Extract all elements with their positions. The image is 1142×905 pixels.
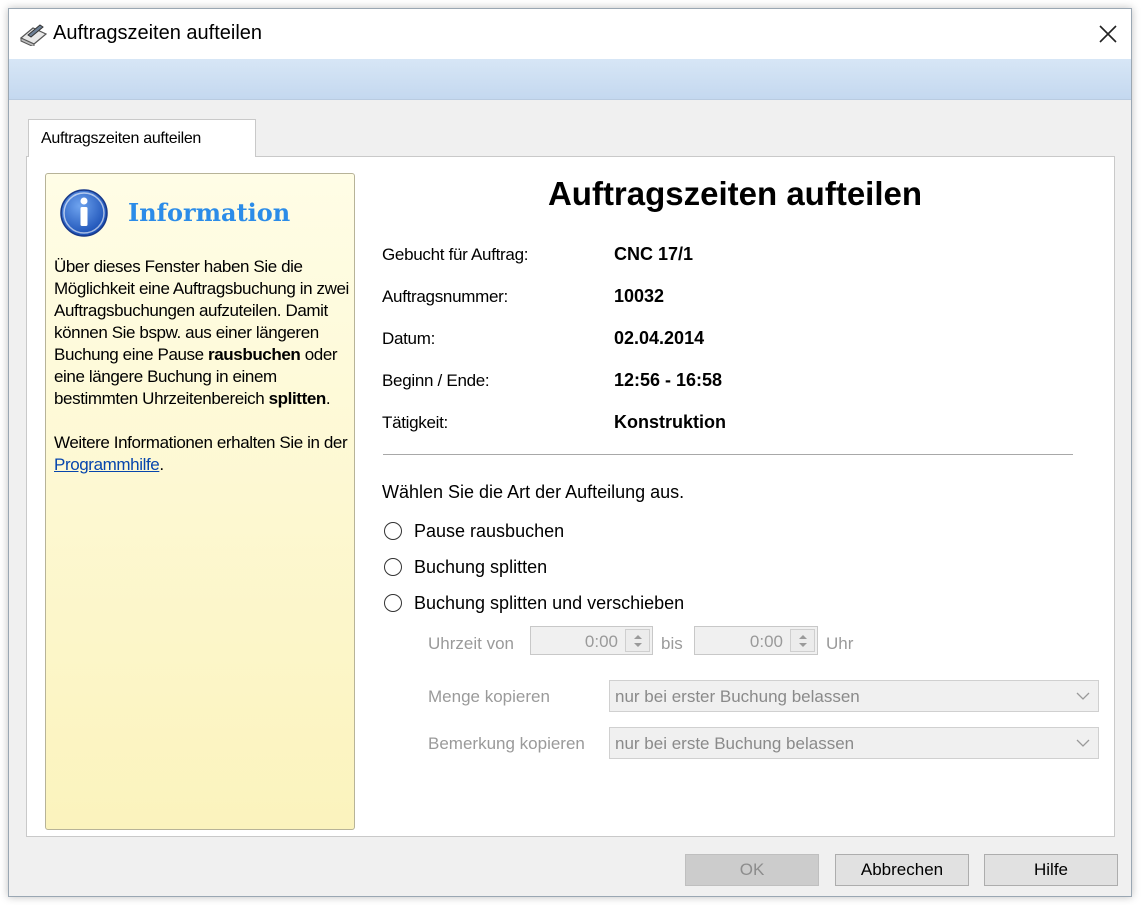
chevron-down-icon [1076,739,1090,747]
bemerkung-select[interactable]: nur bei erste Buchung belassen [609,727,1099,759]
info-bold-splitten: splitten [268,389,327,408]
field-label-auftragsnummer: Auftragsnummer: [382,287,508,306]
book-pencil-icon [19,24,48,46]
info-text-part: . [325,389,331,408]
window-title: Auftragszeiten aufteilen [53,22,263,44]
menge-label: Menge kopieren [428,687,550,706]
ok-button[interactable]: OK [685,854,819,886]
spin-arrows-icon[interactable] [625,629,650,652]
menge-select[interactable]: nur bei erster Buchung belassen [609,680,1099,712]
dialog-window: Auftragszeiten aufteilen Auftragszeiten … [8,8,1132,897]
radio-buchung-splitten[interactable]: Buchung splitten [384,555,547,579]
field-value-taetigkeit: Konstruktion [614,412,726,432]
radio-circle[interactable] [384,522,402,540]
time-to-value: 0:00 [749,632,783,651]
cancel-button[interactable]: Abbrechen [835,854,969,886]
radio-label: Buchung splitten und verschieben [414,592,685,613]
info-text-part: Weitere Informationen erhalten Sie in de… [54,433,348,452]
split-type-label: Wählen Sie die Art der Aufteilung aus. [382,482,685,502]
separator [383,454,1073,455]
tab-panel: Information Über dieses Fenster haben Si… [26,156,1115,837]
field-label-auftrag: Gebucht für Auftrag: [382,245,529,264]
bemerkung-value: nur bei erste Buchung belassen [615,734,855,753]
help-button[interactable]: Hilfe [984,854,1118,886]
close-icon [1099,25,1117,43]
radio-label: Pause rausbuchen [414,520,565,541]
radio-circle[interactable] [384,558,402,576]
ribbon-bar [9,59,1131,100]
tab-label: Auftragszeiten aufteilen [41,130,202,147]
field-label-datum: Datum: [382,329,435,348]
time-unit-label: Uhr [826,634,854,653]
field-value-datum: 02.04.2014 [614,328,705,348]
info-text: Über dieses Fenster haben Sie die Möglic… [54,256,350,476]
chevron-down-icon [1076,692,1090,700]
close-button[interactable] [1085,9,1131,59]
time-from-stepper[interactable]: 0:00 [530,626,653,655]
field-value-beginn-ende: 12:56 - 16:58 [614,370,723,390]
field-value-auftrag: CNC 17/1 [614,244,694,264]
bemerkung-label: Bemerkung kopieren [428,734,585,753]
tab-auftragszeiten-aufteilen[interactable]: Auftragszeiten aufteilen [28,119,256,157]
field-label-taetigkeit: Tätigkeit: [382,413,448,432]
time-to-label: bis [661,634,683,653]
radio-buchung-splitten-verschieben[interactable]: Buchung splitten und verschieben [384,591,684,615]
title-bar: Auftragszeiten aufteilen [9,9,1131,59]
info-box: Information Über dieses Fenster haben Si… [45,173,355,830]
time-from-label: Uhrzeit von [428,634,514,653]
info-title: Information [128,198,291,227]
time-from-value: 0:00 [584,632,618,651]
info-text-part: . [159,455,164,474]
time-to-stepper[interactable]: 0:00 [694,626,818,655]
field-label-beginn-ende: Beginn / Ende: [382,371,490,390]
menge-value: nur bei erster Buchung belassen [615,687,860,706]
field-value-auftragsnummer: 10032 [614,286,665,306]
radio-label: Buchung splitten [414,556,548,577]
info-circle-icon [60,189,108,237]
program-help-link[interactable]: Programmhilfe [54,455,160,474]
radio-circle[interactable] [384,594,402,612]
radio-pause-rausbuchen[interactable]: Pause rausbuchen [384,519,564,543]
spin-arrows-icon[interactable] [790,629,815,652]
info-bold-rausbuchen: rausbuchen [208,345,301,364]
page-title: Auftragszeiten aufteilen [547,175,923,212]
